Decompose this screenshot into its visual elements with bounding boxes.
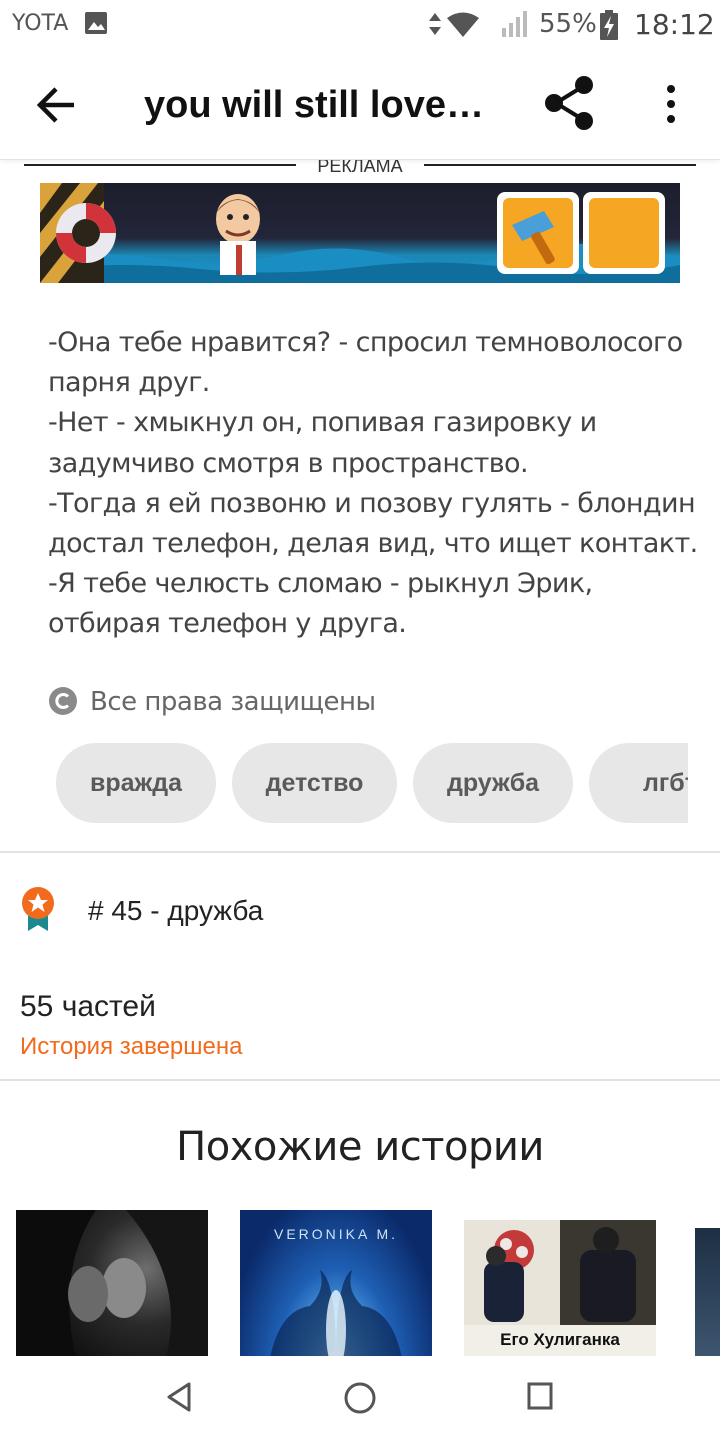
- story-line: задумчиво смотря в пространство.: [48, 447, 529, 479]
- tag-chip[interactable]: лгбт: [589, 743, 688, 823]
- story-cover[interactable]: [16, 1210, 208, 1358]
- signal-icon: [502, 11, 527, 37]
- story-cover[interactable]: [695, 1228, 720, 1358]
- clock: 18:12: [634, 8, 715, 41]
- ranking-row[interactable]: # 45 - дружба: [18, 885, 418, 935]
- story-line: парня друг.: [48, 367, 210, 399]
- story-line: -Я тебе челюсть сломаю - рыкнул Эрик,: [48, 568, 593, 600]
- story-cover[interactable]: Его Хулиганка: [464, 1220, 656, 1358]
- battery-charging-icon: [600, 10, 618, 40]
- carrier-name: YOTA: [12, 11, 69, 36]
- tag-chip[interactable]: дружба: [413, 743, 573, 823]
- story-line: -Тогда я ей позвоню и позову гулять - бл…: [48, 487, 696, 519]
- image-icon: [85, 12, 107, 34]
- tag-chip[interactable]: детство: [232, 743, 397, 823]
- story-line: -Нет - хмыкнул он, попивая газировку и: [48, 407, 597, 439]
- ad-game-artwork: [40, 183, 680, 283]
- more-vertical-icon[interactable]: [656, 80, 686, 130]
- system-nav-bar: [0, 1356, 720, 1440]
- app-toolbar: you will still love…: [0, 50, 720, 160]
- tag-list: вражда детство дружба лгбт: [56, 743, 688, 823]
- story-cover[interactable]: VERONIKA M.: [240, 1210, 432, 1358]
- cover-artwork: [16, 1210, 208, 1358]
- share-icon[interactable]: [538, 75, 598, 131]
- medal-icon: [22, 887, 54, 931]
- similar-stories-heading: Похожие истории: [176, 1124, 544, 1170]
- story-line: отбирая телефон у друга.: [48, 608, 407, 640]
- nav-home-icon[interactable]: [342, 1380, 378, 1416]
- status-bar: YOTA 55% 18:12: [0, 0, 720, 50]
- story-line: достал телефон, делая вид, что ищет конт…: [48, 528, 698, 560]
- ad-banner[interactable]: [40, 183, 680, 283]
- copyright-icon: [49, 687, 77, 715]
- story-status: История завершена: [20, 1033, 243, 1060]
- ad-divider-left: [24, 164, 296, 166]
- cover-author: VERONIKA M.: [273, 1226, 399, 1242]
- section-divider: [0, 851, 720, 853]
- copyright-text: Все права защищены: [90, 687, 376, 717]
- battery-percent: 55%: [539, 9, 597, 39]
- ad-divider-right: [424, 164, 696, 166]
- wifi-icon: [447, 12, 479, 37]
- ranking-text: # 45 - дружба: [88, 895, 264, 926]
- section-divider: [0, 1079, 720, 1081]
- story-content: -Она тебе нравится? - спросил темноволос…: [48, 323, 698, 645]
- nav-back-icon[interactable]: [163, 1380, 197, 1414]
- story-title: you will still love…: [144, 84, 484, 126]
- nav-recents-icon[interactable]: [526, 1381, 554, 1411]
- cover-title: Его Хулиганка: [500, 1330, 620, 1349]
- data-arrows-icon: [429, 13, 441, 35]
- back-arrow-icon[interactable]: [28, 80, 84, 130]
- story-line: -Она тебе нравится? - спросил темноволос…: [48, 327, 683, 358]
- tag-chip[interactable]: вражда: [56, 743, 216, 823]
- parts-count: 55 частей: [20, 990, 156, 1023]
